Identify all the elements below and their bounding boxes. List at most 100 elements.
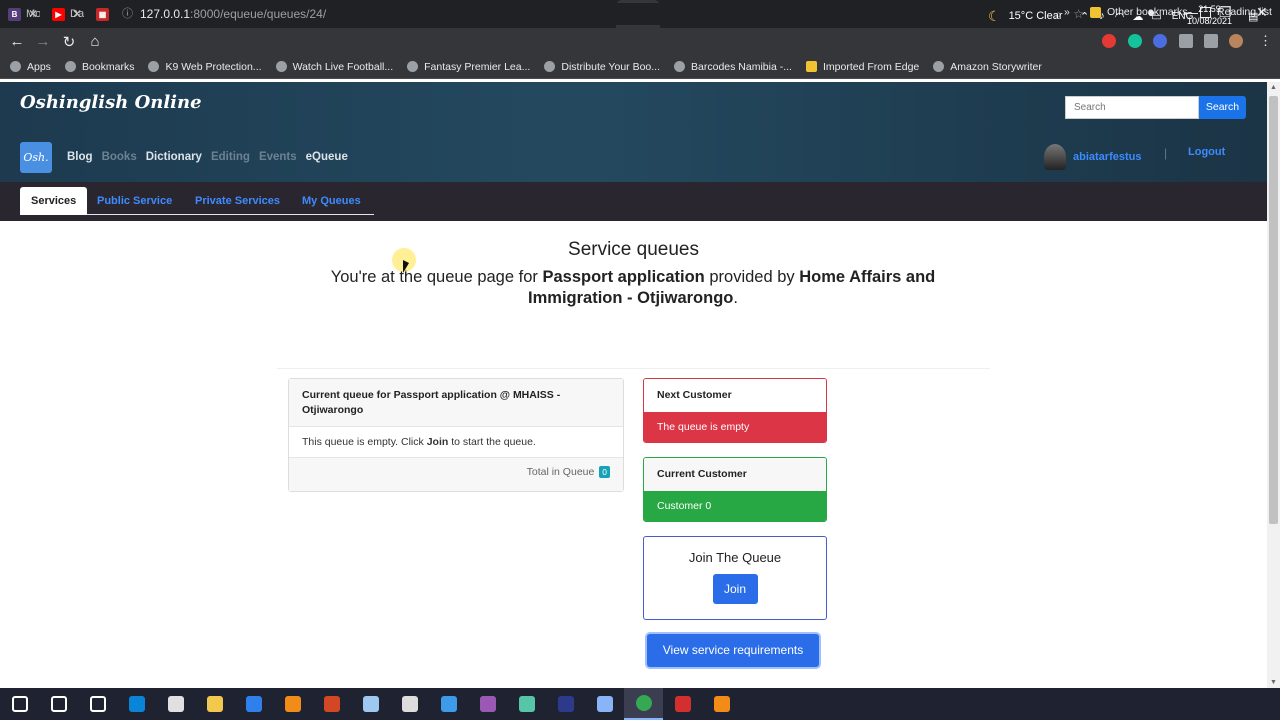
scrollbar-thumb[interactable] [1269, 96, 1278, 524]
bookmark-item[interactable]: Barcodes Namibia -... [674, 61, 792, 73]
total-in-queue-badge: 0 [599, 466, 610, 478]
equeue-subnav: Services Public Service Private Services… [0, 182, 1267, 221]
profile-avatar-icon[interactable] [1229, 34, 1243, 48]
username-link[interactable]: abiatarfestus [1073, 151, 1141, 163]
onedrive-icon[interactable]: ☁ [1132, 10, 1143, 23]
avatar[interactable] [1044, 144, 1066, 170]
search-input[interactable]: Search [1065, 96, 1199, 119]
bookmark-item[interactable]: Apps [10, 61, 51, 73]
nav-item-equeue[interactable]: eQueue [306, 151, 348, 163]
taskbar-app[interactable] [117, 688, 156, 720]
taskbar-app[interactable] [429, 688, 468, 720]
view-requirements-button[interactable]: View service requirements [647, 634, 819, 667]
bookmark-label: Imported From Edge [822, 60, 920, 73]
taskbar-app[interactable] [624, 688, 663, 720]
k9-icon [148, 61, 160, 72]
bookmark-item[interactable]: Distribute Your Boo... [544, 61, 660, 73]
home-button[interactable]: ⌂ [82, 33, 108, 50]
taskbar-app[interactable] [195, 688, 234, 720]
tab-private-services[interactable]: Private Services [195, 187, 280, 215]
browser-tab[interactable]: B Mo ✕ [0, 0, 44, 28]
logout-link[interactable]: Logout [1188, 146, 1225, 158]
page-scrollbar[interactable]: ▲ ▼ [1267, 82, 1280, 688]
queue-card-header-prefix: Current queue for [302, 389, 394, 401]
queue-empty-join: Join [426, 436, 449, 448]
folder-icon [805, 61, 817, 72]
taskbar-app[interactable] [390, 688, 429, 720]
grammarly-icon[interactable] [1128, 34, 1142, 48]
battery-icon[interactable]: ▭ [1151, 10, 1161, 23]
browser-tab[interactable]: ▶Dat✕ [44, 0, 88, 28]
media-icon[interactable] [1204, 34, 1218, 48]
chrome-icon [635, 695, 652, 711]
bookmark-item[interactable]: Bookmarks [64, 60, 135, 73]
globe-app-icon [362, 696, 379, 712]
taskbar-app[interactable] [39, 688, 78, 720]
bookmark-item[interactable]: K9 Web Protection... [148, 61, 262, 73]
menu-kebab-icon[interactable]: ⋮ [1259, 33, 1272, 49]
tab-public-service[interactable]: Public Service [97, 187, 172, 215]
extension-blue-icon[interactable] [1153, 34, 1167, 48]
nav-item-dictionary[interactable]: Dictionary [146, 151, 202, 163]
scroll-down-icon[interactable]: ▼ [1270, 679, 1277, 686]
bookmark-item[interactable]: Watch Live Football... [275, 60, 394, 73]
bookmark-item[interactable]: Imported From Edge [805, 60, 920, 73]
network-icon[interactable]: ◠ [1115, 10, 1125, 23]
join-button[interactable]: Join [712, 574, 758, 604]
taskbar-app[interactable] [156, 688, 195, 720]
taskbar-app[interactable] [585, 688, 624, 720]
nav-item-blog[interactable]: Blog [67, 151, 93, 163]
bookmark-label: Barcodes Namibia -... [691, 60, 792, 73]
notifications-icon[interactable]: ▤ [1248, 0, 1258, 32]
nav-item-events[interactable]: Events [259, 151, 297, 163]
task-view-icon [89, 696, 106, 712]
taskbar-clock[interactable]: 21:59 10/08/2021 [1187, 3, 1232, 27]
url-bar[interactable]: ⓘ 127.0.0.1:8000/equeue/queues/24/ ⌕ ☆ [112, 3, 1094, 25]
current-customer-card: Current Customer Customer 0 [643, 457, 827, 522]
page-title: Service queues [568, 239, 699, 260]
site-logo[interactable]: Osh. [20, 142, 52, 173]
taskbar-app[interactable] [234, 688, 273, 720]
bookmarks-overflow-button[interactable]: » [1064, 0, 1070, 24]
system-tray[interactable]: ⌃ ♪ ◠ ☁ ▭ ENG [1080, 0, 1193, 32]
close-tab-icon[interactable]: ✕ [28, 7, 38, 21]
volume-icon[interactable]: ♪ [1099, 10, 1105, 22]
taskbar-app[interactable] [312, 688, 351, 720]
weather-widget[interactable]: ☾ 15°C Clear [988, 0, 1062, 32]
reload-button[interactable]: ↻ [56, 33, 82, 51]
search-icon [50, 696, 67, 712]
bookmark-item[interactable]: Fantasy Premier Lea... [407, 61, 530, 73]
extensions-puzzle-icon[interactable] [1179, 34, 1193, 48]
taskbar-app[interactable] [351, 688, 390, 720]
bookmark-item[interactable]: Amazon Storywriter [933, 61, 1042, 73]
site-brand[interactable]: Oshinglish Online [20, 92, 202, 113]
bookmark-label: Bookmarks [81, 60, 135, 73]
xmind-icon [596, 696, 613, 712]
close-tab-icon[interactable]: ✕ [72, 7, 82, 21]
taskbar-app[interactable] [663, 688, 702, 720]
current-customer-title: Current Customer [644, 458, 826, 491]
bookmark-label: Watch Live Football... [292, 60, 394, 73]
tray-chevron-icon[interactable]: ⌃ [1080, 10, 1089, 23]
taskbar-app[interactable] [468, 688, 507, 720]
taskbar-app[interactable] [0, 688, 39, 720]
scroll-up-icon[interactable]: ▲ [1270, 84, 1277, 91]
nav-item-books[interactable]: Books [102, 151, 137, 163]
apps-icon [10, 61, 21, 72]
search-button[interactable]: Search [1199, 96, 1246, 119]
globe-icon [275, 61, 287, 72]
tab-services[interactable]: Services [20, 187, 88, 215]
taskbar-app[interactable] [702, 688, 741, 720]
total-in-queue-label: Total in Queue [526, 466, 595, 478]
back-button[interactable]: ← [4, 33, 30, 50]
forward-button[interactable]: → [30, 33, 56, 50]
taskbar-app[interactable] [273, 688, 312, 720]
site-info-icon[interactable]: ⓘ [122, 3, 133, 25]
nav-item-editing[interactable]: Editing [211, 151, 250, 163]
taskbar-app[interactable] [507, 688, 546, 720]
clock-date: 10/08/2021 [1187, 16, 1233, 26]
taskbar-app[interactable] [546, 688, 585, 720]
tab-my-queues[interactable]: My Queues [302, 187, 361, 215]
taskbar-app[interactable] [78, 688, 117, 720]
extension-shield-icon[interactable] [1102, 34, 1116, 48]
